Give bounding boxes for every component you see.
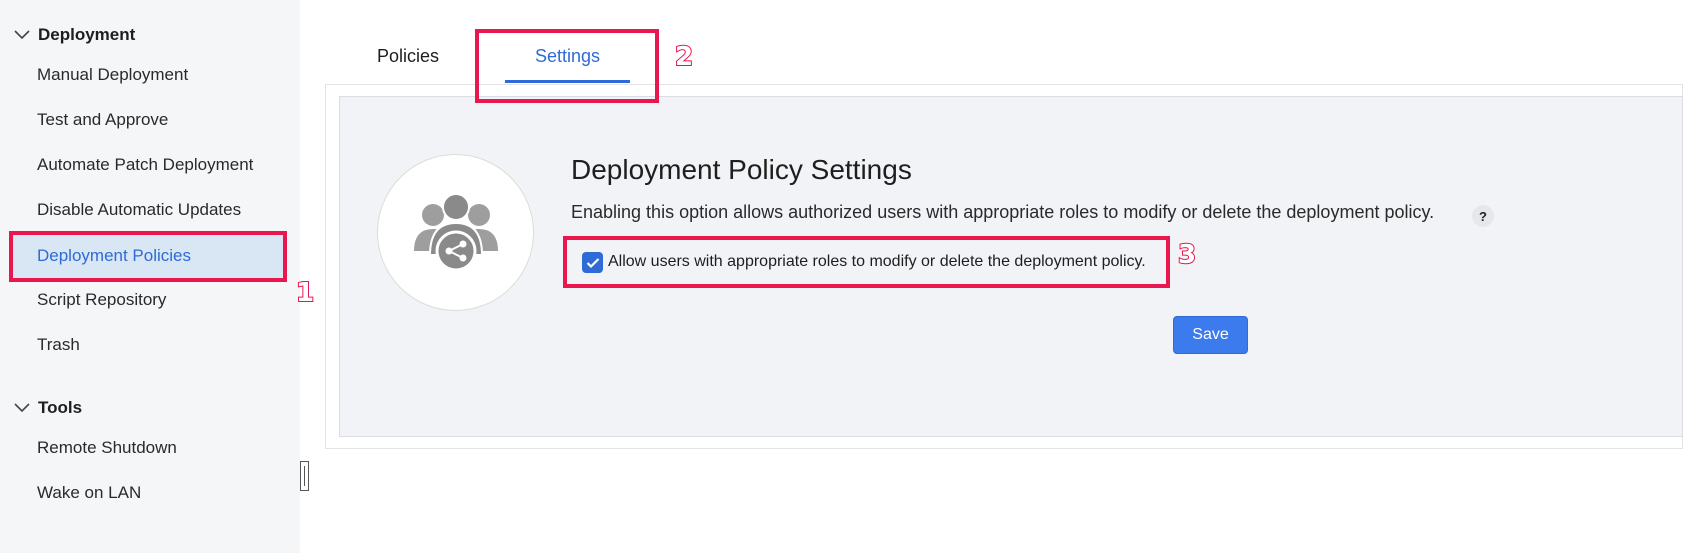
sidebar-item-wake-on-lan[interactable]: Wake on LAN <box>0 470 300 515</box>
chevron-down-icon <box>14 398 38 418</box>
tab-policies[interactable]: Policies <box>377 46 439 67</box>
annotation-number-2: 2 <box>674 41 694 73</box>
settings-description: Enabling this option allows authorized u… <box>571 202 1435 222</box>
sidebar-item-manual-deployment[interactable]: Manual Deployment <box>0 52 300 97</box>
annotation-number-3: 3 <box>1177 239 1197 271</box>
sidebar-collapse-handle[interactable] <box>300 461 309 491</box>
sidebar-item-automate-patch-deployment[interactable]: Automate Patch Deployment <box>0 142 300 187</box>
chevron-down-icon <box>14 25 38 45</box>
help-icon[interactable]: ? <box>1472 205 1494 227</box>
sidebar-item-test-and-approve[interactable]: Test and Approve <box>0 97 300 142</box>
sidebar-group-deployment[interactable]: Deployment <box>14 25 135 45</box>
sidebar-item-disable-automatic-updates[interactable]: Disable Automatic Updates <box>0 187 300 232</box>
sidebar-group-tools[interactable]: Tools <box>14 398 82 418</box>
sidebar-group-label: Tools <box>38 398 83 417</box>
annotation-box-3 <box>563 236 1170 288</box>
sidebar-item-script-repository[interactable]: Script Repository <box>0 277 300 322</box>
users-share-icon <box>377 154 534 311</box>
annotation-number-1: 1 <box>295 277 315 309</box>
save-button[interactable]: Save <box>1173 316 1248 354</box>
settings-title: Deployment Policy Settings <box>571 154 912 185</box>
sidebar-item-trash[interactable]: Trash <box>0 322 300 367</box>
annotation-box-1 <box>9 231 287 282</box>
annotation-box-2 <box>475 29 659 103</box>
sidebar-item-remote-shutdown[interactable]: Remote Shutdown <box>0 425 300 470</box>
sidebar-group-label: Deployment <box>38 25 136 44</box>
